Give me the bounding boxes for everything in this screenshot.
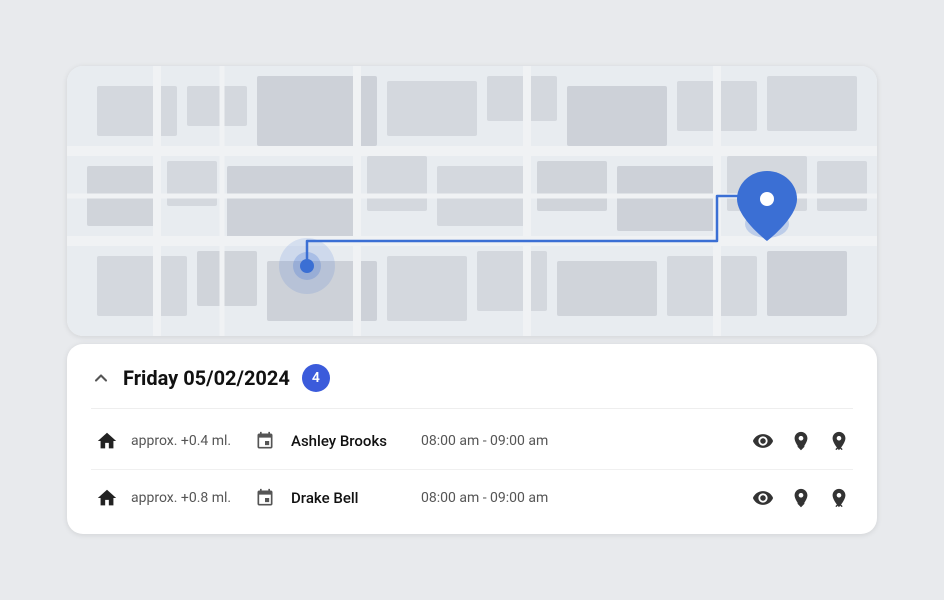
pickup-button[interactable] [787,484,815,512]
person-name: Ashley Brooks [291,432,421,450]
time-range: 08:00 am - 09:00 am [421,490,749,506]
calendar-icon [251,431,279,451]
trip-row: approx. +0.8 ml. Drake Bell 08:00 am - 0… [91,470,853,526]
action-icons [749,427,853,455]
calendar-icon [251,488,279,508]
home-icon [91,487,123,509]
date-row: Friday 05/02/2024 4 [91,364,853,409]
info-card: Friday 05/02/2024 4 approx. +0.4 ml. Ash… [67,344,877,534]
time-range: 08:00 am - 09:00 am [421,433,749,449]
main-container: Friday 05/02/2024 4 approx. +0.4 ml. Ash… [67,66,877,534]
action-icons [749,484,853,512]
pickup-button[interactable] [787,427,815,455]
date-label: Friday 05/02/2024 [123,366,290,390]
trip-distance: approx. +0.8 ml. [131,490,251,506]
view-button[interactable] [749,427,777,455]
trip-row: approx. +0.4 ml. Ashley Brooks 08:00 am … [91,413,853,470]
map-background [67,66,877,336]
map-card [67,66,877,336]
home-icon [91,430,123,452]
person-name: Drake Bell [291,489,421,507]
dropoff-button[interactable] [825,484,853,512]
map-svg [67,66,877,336]
dropoff-button[interactable] [825,427,853,455]
count-badge: 4 [302,364,330,392]
collapse-button[interactable] [91,368,111,388]
trip-distance: approx. +0.4 ml. [131,433,251,449]
trips-list: approx. +0.4 ml. Ashley Brooks 08:00 am … [91,413,853,526]
view-button[interactable] [749,484,777,512]
